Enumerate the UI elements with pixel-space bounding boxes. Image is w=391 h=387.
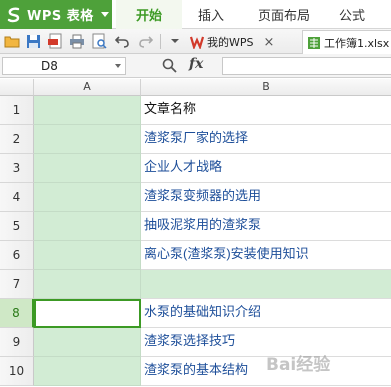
doc-tab-workbook[interactable]: 工作簿1.xlsx xyxy=(302,30,391,54)
toolbar-divider xyxy=(160,34,161,49)
table-row: 8 水泵的基础知识介绍 xyxy=(0,299,391,328)
doc-tab-label: 我的WPS xyxy=(207,36,254,49)
tab-page-layout[interactable]: 页面布局 xyxy=(250,0,318,29)
table-row: 4 渣浆泵变频器的选用 xyxy=(0,183,391,212)
column-header-b[interactable]: B xyxy=(141,79,391,96)
table-row: 2 渣浆泵厂家的选择 xyxy=(0,125,391,154)
wps-w-icon xyxy=(189,35,205,51)
table-row: 10 渣浆泵的基本结构 xyxy=(0,357,391,386)
cell-reference: D8 xyxy=(41,59,58,73)
spreadsheet-icon xyxy=(307,36,321,50)
watermark-text: Bai经验 xyxy=(266,355,331,375)
cell-a-active[interactable] xyxy=(34,299,141,328)
cell-a[interactable] xyxy=(34,154,141,183)
row-header[interactable]: 4 xyxy=(0,183,34,212)
quick-access-toolbar: 我的WPS × 工作簿1.xlsx xyxy=(0,29,391,54)
cell-a[interactable] xyxy=(34,270,141,299)
select-all-corner[interactable] xyxy=(0,79,34,96)
row-header[interactable]: 9 xyxy=(0,328,34,357)
chevron-down-icon[interactable] xyxy=(101,12,109,17)
print-icon[interactable] xyxy=(68,32,86,50)
cell-b[interactable]: 水泵的基础知识介绍 xyxy=(141,299,391,328)
save-icon[interactable] xyxy=(24,32,42,50)
formula-bar: D8 fx xyxy=(0,54,391,78)
cell-b[interactable] xyxy=(141,270,391,299)
row-header-selected[interactable]: 8 xyxy=(0,299,34,328)
export-pdf-icon[interactable] xyxy=(46,32,64,50)
row-header[interactable]: 1 xyxy=(0,96,34,125)
cell-a[interactable] xyxy=(34,212,141,241)
table-row: 5 抽吸泥浆用的渣浆泵 xyxy=(0,212,391,241)
doc-tab-my-wps[interactable]: 我的WPS × xyxy=(189,30,300,54)
cell-a[interactable] xyxy=(34,125,141,154)
cell-b[interactable]: 渣浆泵厂家的选择 xyxy=(141,125,391,154)
column-header-a[interactable]: A xyxy=(34,79,141,96)
zoom-search-icon[interactable] xyxy=(162,58,178,77)
cell-a[interactable] xyxy=(34,328,141,357)
row-header[interactable]: 7 xyxy=(0,270,34,299)
redo-icon[interactable] xyxy=(136,32,154,50)
formula-input[interactable] xyxy=(222,57,391,75)
undo-icon[interactable] xyxy=(113,32,131,50)
wps-logo-icon xyxy=(6,6,22,24)
print-preview-icon[interactable] xyxy=(90,32,108,50)
cell-b[interactable]: 抽吸泥浆用的渣浆泵 xyxy=(141,212,391,241)
table-row: 6 离心泵(渣浆泵)安装使用知识 xyxy=(0,241,391,270)
customize-dropdown-icon[interactable] xyxy=(166,32,184,50)
cell-a[interactable] xyxy=(34,183,141,212)
tab-formula[interactable]: 公式 xyxy=(330,0,374,29)
cell-b[interactable]: 文章名称 xyxy=(141,96,391,125)
cell-b[interactable]: 离心泵(渣浆泵)安装使用知识 xyxy=(141,241,391,270)
chevron-down-icon[interactable] xyxy=(115,64,121,68)
name-box[interactable]: D8 xyxy=(2,57,126,75)
row-header[interactable]: 6 xyxy=(0,241,34,270)
insert-function-button[interactable]: fx xyxy=(189,56,203,72)
cell-b[interactable]: 渣浆泵变频器的选用 xyxy=(141,183,391,212)
app-menu-button[interactable]: WPS 表格 xyxy=(0,0,112,29)
open-folder-icon[interactable] xyxy=(3,32,21,50)
cell-a[interactable] xyxy=(34,357,141,386)
row-header[interactable]: 2 xyxy=(0,125,34,154)
tab-insert[interactable]: 插入 xyxy=(188,0,234,29)
table-row: 1 文章名称 xyxy=(0,96,391,125)
ribbon-bar: WPS 表格 开始 插入 页面布局 公式 xyxy=(0,0,391,29)
app-name: WPS 表格 xyxy=(27,9,94,24)
cell-a[interactable] xyxy=(34,241,141,270)
table-row: 9 渣浆泵选择技巧 xyxy=(0,328,391,357)
close-icon[interactable]: × xyxy=(264,35,275,50)
table-row: 7 xyxy=(0,270,391,299)
tab-home[interactable]: 开始 xyxy=(116,0,182,29)
table-row: 3 企业人才战略 xyxy=(0,154,391,183)
row-header[interactable]: 3 xyxy=(0,154,34,183)
row-header[interactable]: 5 xyxy=(0,212,34,241)
row-header[interactable]: 10 xyxy=(0,357,34,386)
cell-b[interactable]: 企业人才战略 xyxy=(141,154,391,183)
cell-a[interactable] xyxy=(34,96,141,125)
doc-tab-label: 工作簿1.xlsx xyxy=(324,36,390,50)
